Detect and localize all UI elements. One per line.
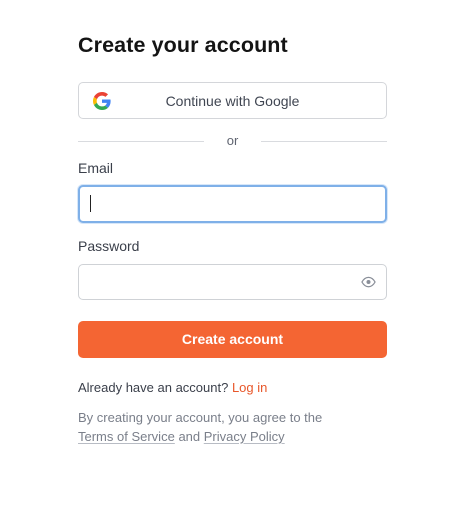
eye-icon[interactable] bbox=[361, 276, 376, 288]
terms-and-text: and bbox=[178, 429, 201, 444]
login-prompt-text: Already have an account? bbox=[78, 380, 229, 395]
login-link[interactable]: Log in bbox=[232, 380, 267, 395]
login-prompt: Already have an account? Log in bbox=[78, 380, 267, 395]
password-label: Password bbox=[78, 238, 140, 254]
page-title: Create your account bbox=[78, 33, 288, 57]
email-field[interactable] bbox=[78, 185, 387, 223]
google-button-label: Continue with Google bbox=[165, 93, 300, 109]
create-account-button[interactable]: Create account bbox=[78, 321, 387, 358]
divider-line-right bbox=[261, 141, 387, 142]
terms-notice: By creating your account, you agree to t… bbox=[78, 408, 387, 446]
email-label: Email bbox=[78, 160, 114, 176]
privacy-policy-link[interactable]: Privacy Policy bbox=[204, 429, 285, 444]
text-caret bbox=[90, 195, 91, 212]
continue-with-google-button[interactable]: Continue with Google bbox=[78, 82, 387, 119]
or-divider: or bbox=[78, 133, 387, 149]
terms-notice-text: By creating your account, you agree to t… bbox=[78, 410, 323, 425]
password-field[interactable] bbox=[78, 264, 387, 300]
terms-of-service-link[interactable]: Terms of Service bbox=[78, 429, 175, 444]
